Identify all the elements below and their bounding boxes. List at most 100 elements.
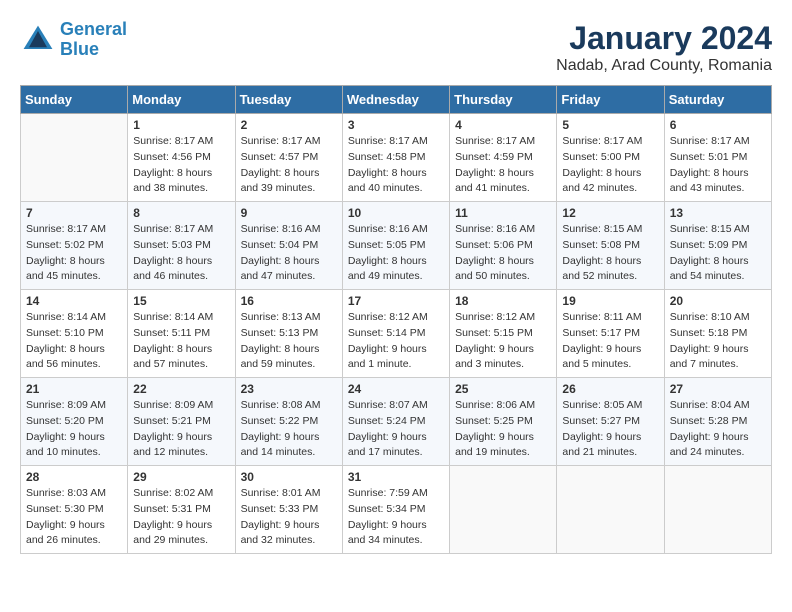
day-info: Sunrise: 8:14 AMSunset: 5:10 PMDaylight:… <box>26 310 122 373</box>
day-info: Sunrise: 8:06 AMSunset: 5:25 PMDaylight:… <box>455 398 551 461</box>
day-number: 24 <box>348 382 444 396</box>
calendar-day-cell: 6 Sunrise: 8:17 AMSunset: 5:01 PMDaylight… <box>664 114 771 202</box>
calendar-day-cell: 16Sunrise: 8:13 AMSunset: 5:13 PMDayligh… <box>235 290 342 378</box>
calendar-day-cell: 23Sunrise: 8:08 AMSunset: 5:22 PMDayligh… <box>235 378 342 466</box>
calendar-day-cell: 25 Sunrise: 8:06 AMSunset: 5:25 PMDayligh… <box>450 378 557 466</box>
calendar-day-cell: 8 Sunrise: 8:17 AMSunset: 5:03 PMDaylight… <box>128 202 235 290</box>
day-info: Sunrise: 8:01 AMSunset: 5:33 PMDaylight:… <box>241 486 337 549</box>
calendar-day-cell <box>450 466 557 554</box>
calendar-day-cell: 3Sunrise: 8:17 AMSunset: 4:58 PMDaylight… <box>342 114 449 202</box>
calendar-day-cell: 15Sunrise: 8:14 AMSunset: 5:11 PMDayligh… <box>128 290 235 378</box>
day-number: 14 <box>26 294 122 308</box>
calendar-weekday-header: Sunday <box>21 86 128 114</box>
calendar-day-cell: 10 Sunrise: 8:16 AMSunset: 5:05 PMDayligh… <box>342 202 449 290</box>
title-area: January 2024 Nadab, Arad County, Romania <box>556 20 772 75</box>
day-number: 25 <box>455 382 551 396</box>
calendar-day-cell: 9 Sunrise: 8:16 AMSunset: 5:04 PMDaylight… <box>235 202 342 290</box>
day-number: 18 <box>455 294 551 308</box>
header: General Blue January 2024 Nadab, Arad Co… <box>20 20 772 75</box>
calendar-day-cell: 22 Sunrise: 8:09 AMSunset: 5:21 PMDayligh… <box>128 378 235 466</box>
day-info: Sunrise: 8:17 AMSunset: 4:56 PMDaylight:… <box>133 134 229 197</box>
day-info: Sunrise: 8:16 AMSunset: 5:04 PMDaylight:… <box>241 222 337 285</box>
day-number: 6 <box>670 118 766 132</box>
day-number: 8 <box>133 206 229 220</box>
day-info: Sunrise: 8:13 AMSunset: 5:13 PMDaylight:… <box>241 310 337 373</box>
day-info: Sunrise: 8:17 AMSunset: 4:58 PMDaylight:… <box>348 134 444 197</box>
day-info: Sunrise: 8:14 AMSunset: 5:11 PMDaylight:… <box>133 310 229 373</box>
logo-icon <box>20 22 56 58</box>
day-info: Sunrise: 8:12 AMSunset: 5:14 PMDaylight:… <box>348 310 444 373</box>
day-info: Sunrise: 8:17 AMSunset: 5:02 PMDaylight:… <box>26 222 122 285</box>
day-number: 19 <box>562 294 658 308</box>
calendar-weekday-header: Saturday <box>664 86 771 114</box>
calendar-week-row: 28 Sunrise: 8:03 AMSunset: 5:30 PMDayligh… <box>21 466 772 554</box>
day-info: Sunrise: 8:16 AMSunset: 5:06 PMDaylight:… <box>455 222 551 285</box>
calendar-weekday-header: Friday <box>557 86 664 114</box>
day-number: 31 <box>348 470 444 484</box>
calendar-week-row: 21Sunrise: 8:09 AMSunset: 5:20 PMDayligh… <box>21 378 772 466</box>
calendar-day-cell: 28 Sunrise: 8:03 AMSunset: 5:30 PMDayligh… <box>21 466 128 554</box>
calendar-day-cell: 1Sunrise: 8:17 AMSunset: 4:56 PMDaylight… <box>128 114 235 202</box>
logo-line1: General <box>60 19 127 39</box>
calendar-day-cell: 11 Sunrise: 8:16 AMSunset: 5:06 PMDayligh… <box>450 202 557 290</box>
logo: General Blue <box>20 20 127 60</box>
page-subtitle: Nadab, Arad County, Romania <box>556 57 772 75</box>
day-number: 20 <box>670 294 766 308</box>
calendar-day-cell: 5Sunrise: 8:17 AMSunset: 5:00 PMDaylight… <box>557 114 664 202</box>
calendar-day-cell: 12 Sunrise: 8:15 AMSunset: 5:08 PMDayligh… <box>557 202 664 290</box>
calendar-day-cell <box>21 114 128 202</box>
calendar-weekday-header: Wednesday <box>342 86 449 114</box>
calendar-week-row: 7Sunrise: 8:17 AMSunset: 5:02 PMDaylight… <box>21 202 772 290</box>
calendar: SundayMondayTuesdayWednesdayThursdayFrid… <box>20 85 772 554</box>
calendar-week-row: 14 Sunrise: 8:14 AMSunset: 5:10 PMDayligh… <box>21 290 772 378</box>
calendar-weekday-header: Tuesday <box>235 86 342 114</box>
day-number: 10 <box>348 206 444 220</box>
calendar-header-row: SundayMondayTuesdayWednesdayThursdayFrid… <box>21 86 772 114</box>
day-info: Sunrise: 8:17 AMSunset: 5:01 PMDaylight:… <box>670 134 766 197</box>
day-info: Sunrise: 8:09 AMSunset: 5:20 PMDaylight:… <box>26 398 122 461</box>
calendar-day-cell: 19Sunrise: 8:11 AMSunset: 5:17 PMDayligh… <box>557 290 664 378</box>
day-number: 28 <box>26 470 122 484</box>
calendar-weekday-header: Monday <box>128 86 235 114</box>
calendar-day-cell: 17 Sunrise: 8:12 AMSunset: 5:14 PMDayligh… <box>342 290 449 378</box>
calendar-day-cell: 24 Sunrise: 8:07 AMSunset: 5:24 PMDayligh… <box>342 378 449 466</box>
day-info: Sunrise: 8:07 AMSunset: 5:24 PMDaylight:… <box>348 398 444 461</box>
calendar-day-cell: 4Sunrise: 8:17 AMSunset: 4:59 PMDaylight… <box>450 114 557 202</box>
day-number: 17 <box>348 294 444 308</box>
day-number: 22 <box>133 382 229 396</box>
day-number: 9 <box>241 206 337 220</box>
calendar-day-cell: 18Sunrise: 8:12 AMSunset: 5:15 PMDayligh… <box>450 290 557 378</box>
calendar-day-cell: 7Sunrise: 8:17 AMSunset: 5:02 PMDaylight… <box>21 202 128 290</box>
day-info: Sunrise: 8:03 AMSunset: 5:30 PMDaylight:… <box>26 486 122 549</box>
calendar-day-cell: 13 Sunrise: 8:15 AMSunset: 5:09 PMDayligh… <box>664 202 771 290</box>
day-info: Sunrise: 8:15 AMSunset: 5:09 PMDaylight:… <box>670 222 766 285</box>
day-number: 5 <box>562 118 658 132</box>
logo-text: General Blue <box>60 20 127 60</box>
day-number: 12 <box>562 206 658 220</box>
day-info: Sunrise: 8:09 AMSunset: 5:21 PMDaylight:… <box>133 398 229 461</box>
day-number: 11 <box>455 206 551 220</box>
calendar-day-cell <box>557 466 664 554</box>
day-info: Sunrise: 8:17 AMSunset: 4:57 PMDaylight:… <box>241 134 337 197</box>
day-info: Sunrise: 8:17 AMSunset: 5:03 PMDaylight:… <box>133 222 229 285</box>
page-title: January 2024 <box>556 20 772 57</box>
calendar-day-cell: 26Sunrise: 8:05 AMSunset: 5:27 PMDayligh… <box>557 378 664 466</box>
day-info: Sunrise: 8:15 AMSunset: 5:08 PMDaylight:… <box>562 222 658 285</box>
day-info: Sunrise: 8:08 AMSunset: 5:22 PMDaylight:… <box>241 398 337 461</box>
day-info: Sunrise: 8:16 AMSunset: 5:05 PMDaylight:… <box>348 222 444 285</box>
calendar-day-cell: 31 Sunrise: 7:59 AMSunset: 5:34 PMDayligh… <box>342 466 449 554</box>
calendar-day-cell: 27Sunrise: 8:04 AMSunset: 5:28 PMDayligh… <box>664 378 771 466</box>
calendar-day-cell: 29Sunrise: 8:02 AMSunset: 5:31 PMDayligh… <box>128 466 235 554</box>
day-number: 2 <box>241 118 337 132</box>
day-number: 26 <box>562 382 658 396</box>
calendar-week-row: 1Sunrise: 8:17 AMSunset: 4:56 PMDaylight… <box>21 114 772 202</box>
day-info: Sunrise: 8:10 AMSunset: 5:18 PMDaylight:… <box>670 310 766 373</box>
day-number: 4 <box>455 118 551 132</box>
calendar-day-cell <box>664 466 771 554</box>
calendar-day-cell: 14 Sunrise: 8:14 AMSunset: 5:10 PMDayligh… <box>21 290 128 378</box>
day-number: 13 <box>670 206 766 220</box>
day-info: Sunrise: 8:02 AMSunset: 5:31 PMDaylight:… <box>133 486 229 549</box>
logo-line2: Blue <box>60 39 99 59</box>
calendar-day-cell: 2 Sunrise: 8:17 AMSunset: 4:57 PMDaylight… <box>235 114 342 202</box>
day-info: Sunrise: 7:59 AMSunset: 5:34 PMDaylight:… <box>348 486 444 549</box>
